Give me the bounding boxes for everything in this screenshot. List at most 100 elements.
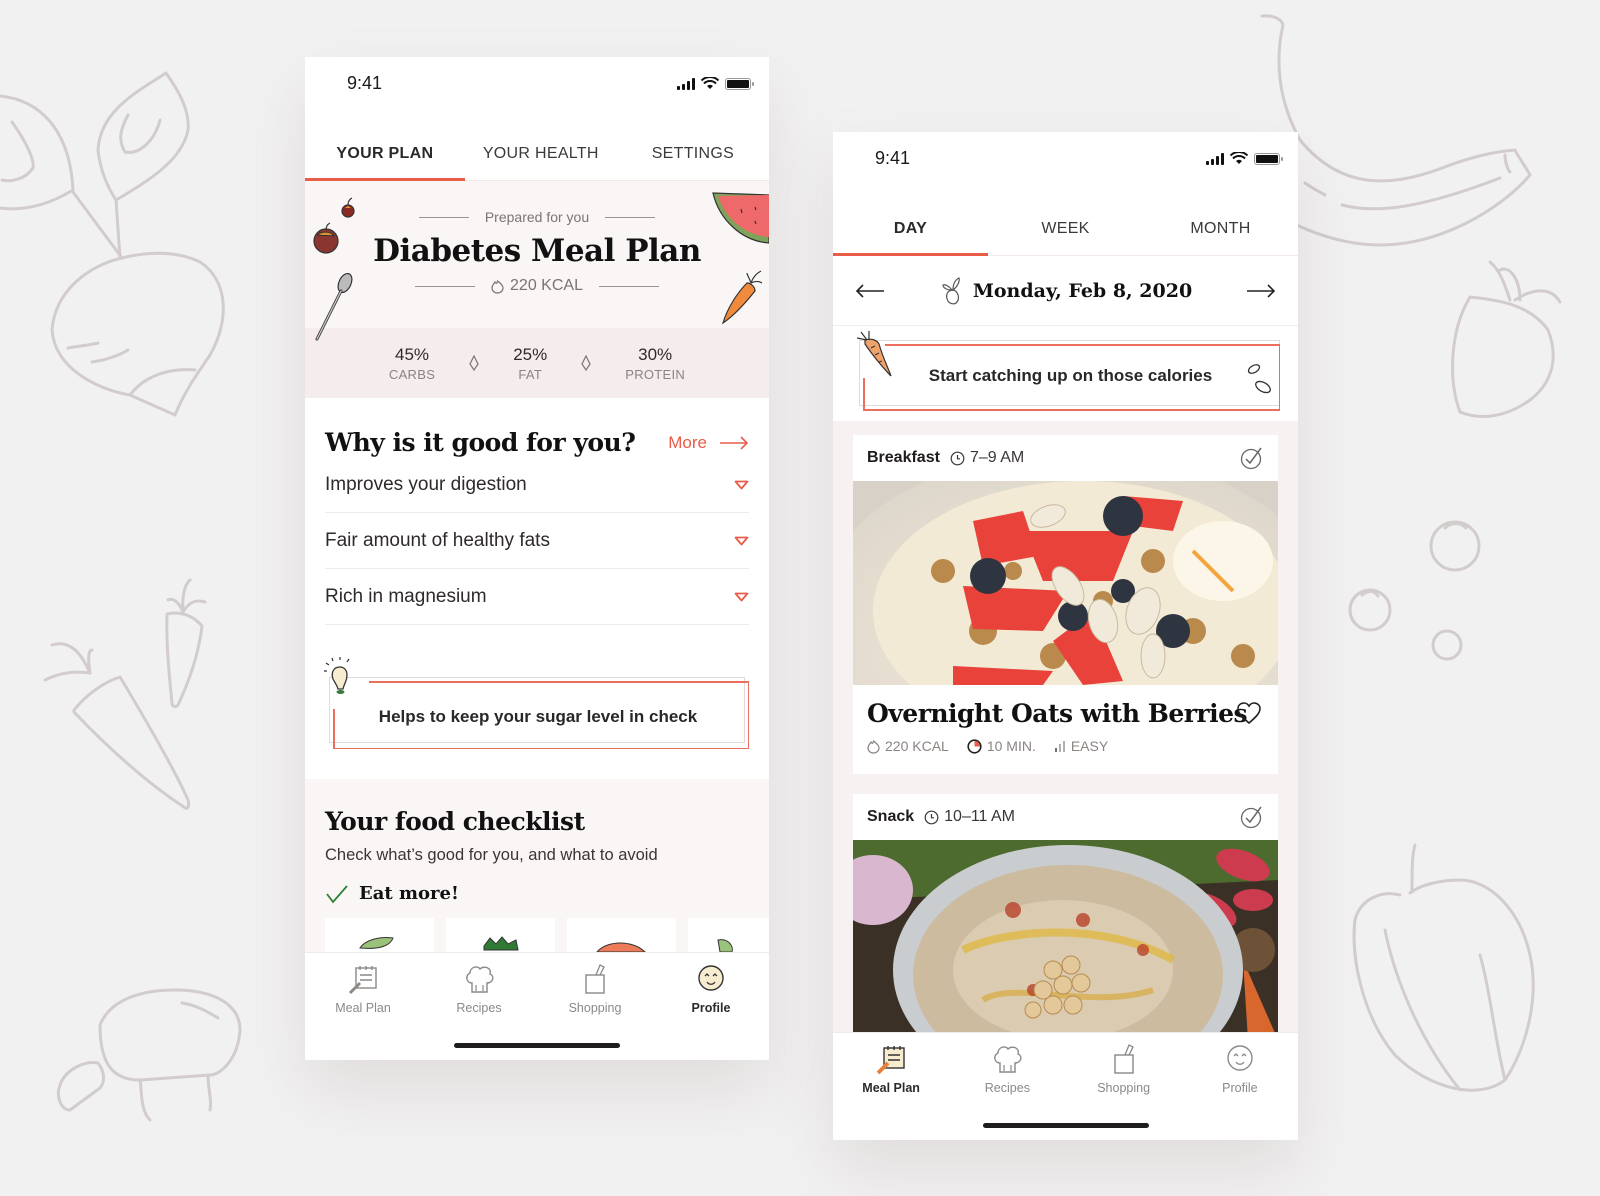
more-link[interactable]: More — [668, 433, 749, 453]
macro-breakdown: 45% CARBS 25% FAT 30% PROTEIN — [305, 328, 769, 398]
favorite-heart-icon[interactable] — [1236, 701, 1262, 725]
plan-calories: 220 KCAL — [305, 277, 769, 295]
wifi-icon — [701, 77, 719, 89]
mark-done-checkbox[interactable] — [1240, 805, 1264, 829]
home-indicator[interactable] — [454, 1043, 620, 1048]
why-heading: Why is it good for you? — [325, 428, 636, 457]
flame-icon — [867, 739, 880, 754]
macro-percent: 25% — [513, 344, 548, 364]
meal-card-snack[interactable]: Snack 10–11 AM — [853, 794, 1278, 1040]
overnight-oats-photo — [853, 481, 1278, 685]
current-date: Monday, Feb 8, 2020 — [939, 274, 1192, 308]
nav-label: Recipes — [984, 1081, 1030, 1095]
divider — [418, 216, 469, 218]
nav-label: Meal Plan — [862, 1081, 920, 1095]
battery-icon — [725, 77, 754, 90]
smiley-face-icon — [698, 965, 724, 991]
flame-icon — [491, 279, 504, 294]
chef-hat-icon — [466, 966, 494, 993]
tab-your-plan[interactable]: YOUR PLAN — [305, 125, 465, 181]
macro-percent: 30% — [638, 344, 673, 364]
calories-value: 220 KCAL — [510, 277, 583, 294]
chef-hat-icon — [994, 1046, 1022, 1073]
nav-meal-plan[interactable]: Meal Plan — [833, 1033, 949, 1140]
wifi-icon — [1230, 152, 1248, 164]
diamond-separator-icon — [581, 355, 591, 371]
nav-profile[interactable]: Profile — [1182, 1033, 1298, 1140]
nav-profile[interactable]: Profile — [653, 953, 769, 1060]
nav-label: Profile — [1222, 1081, 1258, 1095]
tab-settings[interactable]: SETTINGS — [617, 125, 769, 180]
date-navigator: Monday, Feb 8, 2020 — [833, 256, 1298, 326]
meal-card-breakfast[interactable]: Breakfast 7–9 AM Overnight Oats with Ber… — [853, 435, 1278, 774]
signal-icon — [1206, 152, 1224, 165]
plan-title: Diabetes Meal Plan — [373, 233, 701, 269]
status-icons — [1206, 152, 1283, 165]
meal-list: Breakfast 7–9 AM Overnight Oats with Ber… — [833, 421, 1298, 1121]
home-indicator[interactable] — [982, 1123, 1149, 1128]
phone-screen-your-plan: 9:41 YOUR PLAN YOUR HEALTH SETTINGS Prep… — [305, 57, 769, 1060]
macro-protein: 30% PROTEIN — [625, 345, 685, 382]
meal-photo-oats[interactable] — [853, 481, 1278, 685]
beet-illustration — [0, 71, 225, 417]
macro-carbs: 45% CARBS — [389, 345, 435, 382]
why-item[interactable]: Rich in magnesium — [325, 569, 749, 625]
shopping-bag-icon — [1113, 1044, 1134, 1074]
arrow-right-icon — [720, 435, 749, 450]
nav-meal-plan[interactable]: Meal Plan — [305, 953, 421, 1060]
peanut-illustration — [1247, 364, 1271, 394]
meal-plan-icon — [348, 966, 377, 995]
nav-label: Meal Plan — [335, 1001, 391, 1015]
meal-calories-text: 220 KCAL — [885, 738, 949, 754]
meal-title[interactable]: Overnight Oats with Berries — [867, 699, 1264, 728]
hummus-photo — [853, 840, 1278, 1040]
radish-icon — [942, 276, 960, 304]
macro-label: FAT — [518, 366, 543, 382]
checklist-heading: Your food checklist — [325, 807, 585, 836]
macro-percent: 45% — [395, 344, 430, 364]
meal-time: 10–11 AM — [924, 808, 1015, 826]
tab-your-health[interactable]: YOUR HEALTH — [465, 125, 617, 180]
eat-more-heading: Eat more! — [325, 883, 749, 904]
shopping-bag-icon — [585, 964, 605, 994]
carrot-illustration — [856, 331, 892, 377]
meal-time-text: 10–11 AM — [944, 808, 1016, 825]
bottom-nav: Meal Plan Recipes Shopping Profile — [833, 1032, 1298, 1140]
why-item[interactable]: Improves your digestion — [325, 457, 749, 513]
plan-hero: Prepared for you Diabetes Meal Plan 220 … — [305, 181, 769, 341]
carrot-illustration — [721, 270, 763, 325]
mark-done-checkbox[interactable] — [1240, 446, 1264, 470]
meal-name: Breakfast — [867, 449, 940, 466]
signal-icon — [677, 77, 695, 90]
smiley-face-icon — [1227, 1045, 1253, 1071]
next-day-button[interactable] — [1246, 283, 1276, 298]
status-time: 9:41 — [875, 148, 911, 168]
chevron-down-icon — [734, 536, 749, 545]
checklist-subtitle: Check what’s good for you, and what to a… — [325, 846, 658, 864]
checkmark-icon — [326, 884, 348, 903]
meal-time-text: 7–9 AM — [969, 449, 1025, 466]
meal-meta: 220 KCAL 10 MIN. EASY — [867, 738, 1264, 754]
divider — [605, 216, 656, 218]
chevron-down-icon — [734, 592, 749, 601]
chevron-down-icon — [734, 480, 749, 489]
meal-photo-hummus[interactable] — [853, 840, 1278, 1040]
mushroom-illustration — [56, 988, 242, 1122]
previous-day-button[interactable] — [855, 283, 885, 298]
why-item[interactable]: Fair amount of healthy fats — [325, 513, 749, 569]
calorie-banner[interactable]: Start catching up on those calories — [833, 326, 1298, 421]
meal-duration-text: 10 MIN. — [986, 738, 1036, 754]
meal-details: Overnight Oats with Berries 220 KCAL 10 … — [853, 685, 1278, 774]
why-section: Why is it good for you? More Improves yo… — [305, 398, 769, 625]
prepared-text: Prepared for you — [484, 209, 590, 225]
why-item-label: Fair amount of healthy fats — [325, 529, 550, 551]
tab-week[interactable]: WEEK — [988, 200, 1143, 255]
cherry-illustration — [341, 197, 355, 218]
phone-screen-meal-plan: 9:41 DAY WEEK MONTH Monday, Feb 8, 2020 … — [833, 132, 1298, 1140]
tab-day[interactable]: DAY — [833, 200, 988, 256]
divider — [415, 285, 476, 287]
meal-difficulty: EASY — [1054, 738, 1108, 754]
macro-label: PROTEIN — [625, 366, 686, 382]
tab-month[interactable]: MONTH — [1143, 200, 1298, 255]
battery-icon — [1254, 152, 1283, 165]
